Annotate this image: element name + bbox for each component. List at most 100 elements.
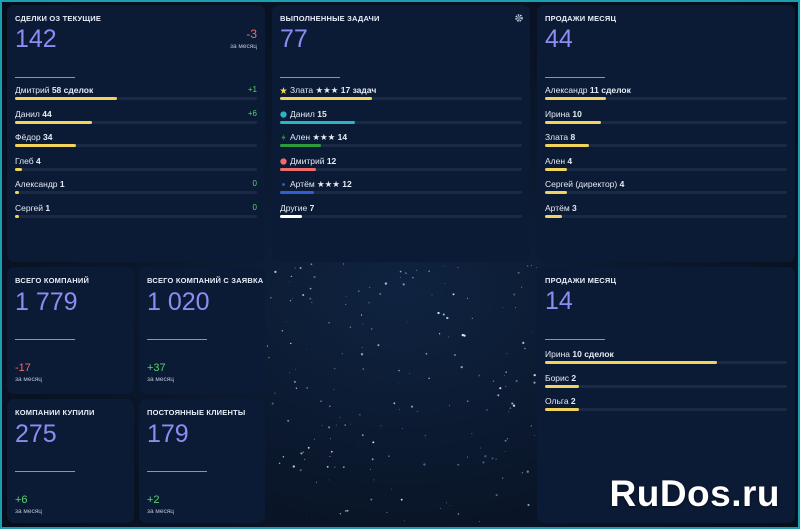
dot-icon bbox=[282, 183, 285, 186]
star bbox=[292, 298, 293, 300]
count-value: 1 bbox=[45, 202, 51, 213]
star bbox=[452, 293, 455, 296]
divider bbox=[147, 471, 207, 472]
star bbox=[373, 479, 375, 481]
circle-icon bbox=[280, 110, 287, 118]
progress-fill bbox=[15, 120, 93, 124]
count-value: 10 сделок bbox=[572, 349, 614, 359]
count-value: 4 bbox=[567, 155, 573, 166]
count-value: 7 bbox=[309, 202, 315, 213]
count-value: 12 bbox=[326, 155, 337, 166]
regular-clients-card: Постоянные клиенты 179 +2 за месяц bbox=[139, 399, 265, 523]
star bbox=[532, 332, 533, 334]
star bbox=[278, 462, 281, 465]
star bbox=[471, 317, 473, 319]
progress-fill bbox=[545, 384, 579, 388]
list-item-label: Ален 4 bbox=[545, 156, 572, 166]
count-value: 8 bbox=[570, 132, 576, 142]
star bbox=[333, 367, 336, 370]
star bbox=[274, 270, 277, 274]
divider bbox=[280, 77, 340, 78]
count-value: 3 bbox=[572, 202, 577, 213]
star bbox=[508, 411, 509, 413]
star bbox=[499, 387, 502, 390]
count-value: 34 bbox=[42, 132, 53, 142]
star bbox=[424, 435, 427, 437]
list-item: Ален ★★★ 14 bbox=[280, 132, 522, 154]
progress-fill bbox=[545, 191, 567, 194]
star bbox=[449, 505, 451, 507]
list-item: Злата ★★★ 17 задач bbox=[280, 85, 522, 107]
progress-track bbox=[280, 191, 522, 194]
star bbox=[300, 452, 303, 455]
progress-track bbox=[545, 144, 787, 147]
person-name: Ален ★★★ bbox=[290, 132, 338, 142]
star bbox=[380, 425, 382, 427]
sales-month-card: Продажи месяц 44 Александр 11 сделок Ирин… bbox=[537, 5, 795, 262]
progress-fill bbox=[280, 214, 302, 218]
progress-track bbox=[545, 384, 787, 388]
star bbox=[307, 446, 310, 449]
star bbox=[379, 293, 382, 295]
star bbox=[398, 369, 400, 372]
star bbox=[344, 510, 347, 512]
star bbox=[299, 266, 302, 270]
person-name: Данил bbox=[290, 108, 318, 119]
star bbox=[274, 392, 276, 394]
person-name: Сергей bbox=[15, 202, 46, 213]
star bbox=[521, 472, 524, 474]
star bbox=[506, 438, 509, 440]
companies-request-card: Всего компаний с заявка 1 020 +37 за мес… bbox=[139, 267, 265, 394]
progress-track bbox=[15, 97, 257, 100]
star bbox=[361, 346, 363, 348]
row-change: 0 bbox=[252, 179, 257, 188]
star bbox=[390, 488, 392, 490]
divider bbox=[15, 471, 75, 472]
star bbox=[358, 444, 360, 446]
star bbox=[530, 425, 532, 427]
star bbox=[368, 286, 371, 289]
person-name: Злата bbox=[545, 132, 571, 142]
person-name: Ирина bbox=[545, 349, 573, 359]
star bbox=[320, 400, 322, 402]
divider bbox=[147, 339, 207, 340]
star bbox=[457, 266, 459, 269]
star bbox=[457, 463, 460, 466]
star bbox=[515, 379, 518, 383]
list-item-label: Сергей (директор) 4 bbox=[545, 179, 624, 189]
divider bbox=[545, 339, 605, 340]
star bbox=[293, 380, 296, 383]
list-item-label: Данил 15 bbox=[280, 109, 327, 119]
dashboard: Сделки оз текущие 142 -3 за месяц Дмитри… bbox=[2, 2, 798, 527]
star bbox=[402, 283, 405, 286]
progress-fill bbox=[15, 191, 19, 194]
star bbox=[504, 439, 507, 442]
star bbox=[438, 333, 441, 335]
list-item: Александр 1 0 bbox=[15, 179, 257, 201]
star bbox=[530, 264, 532, 266]
card-title: Продажи месяц bbox=[545, 276, 617, 285]
star bbox=[360, 353, 364, 356]
progress-track bbox=[15, 167, 257, 171]
gear-icon[interactable] bbox=[514, 13, 524, 23]
list-item: Сергей 1 0 bbox=[15, 203, 257, 225]
card-value: 179 bbox=[147, 420, 189, 448]
progress-fill bbox=[545, 97, 606, 100]
list-item-label: Другие 7 bbox=[280, 203, 314, 213]
list-item-label: Ирина 10 bbox=[545, 109, 582, 119]
card-value: 1 779 bbox=[15, 288, 78, 316]
progress-track bbox=[280, 120, 522, 124]
star bbox=[502, 307, 504, 308]
star bbox=[505, 371, 507, 373]
star bbox=[478, 374, 481, 377]
watermark-logo: RuDos.ru bbox=[609, 473, 780, 514]
star bbox=[313, 438, 315, 440]
progress-fill bbox=[15, 167, 23, 171]
star bbox=[357, 290, 360, 293]
list-item: Данил 44 +6 bbox=[15, 109, 257, 131]
star bbox=[330, 450, 333, 453]
star bbox=[428, 377, 430, 379]
count-value: 58 сделок bbox=[51, 85, 94, 95]
change-value: -17 bbox=[15, 362, 31, 374]
list-item: Ирина 10 bbox=[545, 109, 787, 131]
